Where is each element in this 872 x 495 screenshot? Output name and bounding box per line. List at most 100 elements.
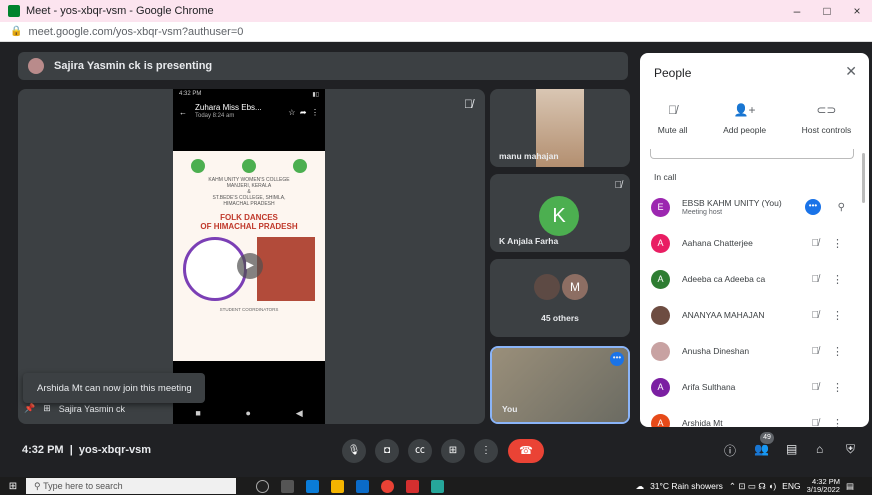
camera-button[interactable]: ◘ xyxy=(375,439,399,463)
url-text[interactable]: meet.google.com/yos-xbqr-vsm?authuser=0 xyxy=(28,26,243,38)
notifications-icon[interactable]: ▤ xyxy=(846,481,854,492)
mic-off-icon: 🎙̸ xyxy=(464,97,473,111)
participant-avatar: E xyxy=(651,197,670,217)
more-options-icon[interactable]: ••• xyxy=(805,199,821,215)
maximize-button[interactable]: □ xyxy=(812,0,842,22)
back-icon: ◀ xyxy=(295,407,303,418)
participant-row[interactable]: A Aahana Chatterjee 🎙̸ ⋮ xyxy=(640,225,869,261)
info-icon[interactable]: ⓘ xyxy=(724,442,736,459)
taskbar-search[interactable]: ⚲ Type here to search xyxy=(26,478,236,494)
participant-avatar: K xyxy=(539,196,579,236)
app-icon[interactable] xyxy=(431,479,444,493)
chat-icon[interactable]: ▤ xyxy=(786,442,797,456)
search-placeholder: Type here to search xyxy=(43,481,123,491)
taskbar-apps xyxy=(256,479,444,493)
participant-row[interactable]: A Arshida Mt 🎙̸ ⋮ xyxy=(640,405,869,427)
search-people-input[interactable] xyxy=(650,149,854,159)
battery-icon: ▮▯ xyxy=(312,92,319,98)
phone-status-bar: 4:32 PM ▮▯ xyxy=(173,89,325,99)
more-vert-icon[interactable]: ⋮ xyxy=(832,345,843,358)
host-controls-icon[interactable]: ⛨ xyxy=(846,442,855,457)
mic-off-icon[interactable]: 🎙̸ xyxy=(812,346,820,357)
clock-date: 3/19/2022 xyxy=(806,485,840,494)
cortana-icon[interactable] xyxy=(256,479,269,493)
presenting-text: Sajira Yasmin ck is presenting xyxy=(54,60,213,72)
self-view-tile[interactable]: ••• You xyxy=(490,346,630,424)
panel-actions: 🎙̸ Mute all 👤+ Add people ⊂⊃ Host contro… xyxy=(640,103,869,135)
address-bar[interactable]: 🔒 meet.google.com/yos-xbqr-vsm?authuser=… xyxy=(0,22,872,42)
logo-icon xyxy=(191,159,206,173)
separator: | xyxy=(69,444,73,456)
close-icon[interactable]: ✕ xyxy=(845,63,857,80)
tray-icons[interactable]: ⌃ ⊡ ▭ ☊ ◖) xyxy=(729,481,776,492)
more-vert-icon[interactable]: ⋮ xyxy=(832,237,843,250)
add-people-label: Add people xyxy=(723,125,767,135)
mic-off-icon[interactable]: 🎙̸ xyxy=(812,418,820,428)
mic-off-icon: 🎙̸ xyxy=(668,103,678,117)
more-options-button[interactable]: ⋮ xyxy=(474,439,498,463)
poster-dance-photo xyxy=(257,237,315,301)
participant-avatar xyxy=(534,274,560,300)
store-icon[interactable] xyxy=(356,479,369,493)
captions-button[interactable]: ㏄ xyxy=(408,439,432,463)
close-window-button[interactable]: × xyxy=(842,0,872,22)
mic-off-icon: 🎙̸ xyxy=(614,180,623,191)
microphone-button[interactable]: 🎙 xyxy=(342,439,366,463)
participant-row[interactable]: ANANYAA MAHAJAN 🎙̸ ⋮ xyxy=(640,297,869,333)
edge-icon[interactable] xyxy=(306,479,319,493)
participant-tile[interactable]: manu mahajan xyxy=(490,89,630,167)
language-indicator[interactable]: ENG xyxy=(782,481,800,491)
participant-avatar xyxy=(651,305,670,325)
chat-name: Zuhara Miss Ebs... xyxy=(195,103,262,113)
weather-text[interactable]: 31°C Rain showers xyxy=(650,481,723,491)
participant-row[interactable]: A Adeeba ca Adeeba ca 🎙̸ ⋮ xyxy=(640,261,869,297)
pin-icon[interactable]: 📌 xyxy=(24,403,35,414)
participant-name: Arifa Sulthana xyxy=(682,381,736,392)
file-explorer-icon[interactable] xyxy=(331,479,344,493)
present-button[interactable]: ⊞ xyxy=(441,439,465,463)
participant-list: E EBSB KAHM UNITY (You) Meeting host •••… xyxy=(640,189,869,427)
search-icon: ⚲ xyxy=(34,480,44,491)
windows-start-icon[interactable]: ⊞ xyxy=(0,481,26,492)
people-icon[interactable]: 👥 xyxy=(754,442,769,456)
mic-off-icon[interactable]: 🎙̸ xyxy=(812,310,820,321)
participant-row[interactable]: A Arifa Sulthana 🎙̸ ⋮ xyxy=(640,369,869,405)
participant-name: manu mahajan xyxy=(499,151,559,161)
mic-off-icon[interactable]: 🎙̸ xyxy=(812,382,820,393)
task-view-icon[interactable] xyxy=(281,479,294,493)
participant-name: EBSB KAHM UNITY (You) xyxy=(682,198,782,209)
host-controls-button[interactable]: ⊂⊃ Host controls xyxy=(802,103,852,135)
recent-apps-icon: ■ xyxy=(195,408,201,418)
logo-icon xyxy=(241,159,256,173)
more-vert-icon[interactable]: ⋮ xyxy=(832,273,843,286)
pin-icon[interactable]: ⚲ xyxy=(838,202,845,213)
chrome-icon[interactable] xyxy=(381,479,394,493)
poster-subtitle: OF HIMACHAL PRADESH xyxy=(200,222,298,231)
more-vert-icon[interactable]: ⋮ xyxy=(832,417,843,428)
participant-row[interactable]: Anusha Dineshan 🎙̸ ⋮ xyxy=(640,333,869,369)
participant-row[interactable]: E EBSB KAHM UNITY (You) Meeting host •••… xyxy=(640,189,869,225)
toggle-icon: ⊂⊃ xyxy=(816,103,837,117)
mute-all-button[interactable]: 🎙̸ Mute all xyxy=(658,103,688,135)
add-people-button[interactable]: 👤+ Add people xyxy=(723,103,766,135)
more-options-icon[interactable]: ••• xyxy=(610,352,624,366)
end-call-button[interactable]: ☎ xyxy=(508,439,544,463)
minimize-button[interactable]: – xyxy=(782,0,812,22)
play-icon: ▶ xyxy=(237,253,263,279)
meeting-controls-bar: 4:32 PM | yos-xbqr-vsm 🎙 ◘ ㏄ ⊞ ⋮ ☎ ⓘ 49 … xyxy=(0,430,872,470)
taskbar-clock[interactable]: 4:32 PM 3/19/2022 xyxy=(807,478,840,494)
more-vert-icon[interactable]: ⋮ xyxy=(832,381,843,394)
participant-tile[interactable]: 🎙̸ K K Anjala Farha xyxy=(490,174,630,252)
participant-name: Arshida Mt xyxy=(682,417,723,427)
mic-off-icon[interactable]: 🎙̸ xyxy=(812,274,820,285)
browser-titlebar: Meet - yos-xbqr-vsm - Google Chrome – □ … xyxy=(0,0,872,22)
participant-role: Meeting host xyxy=(682,208,723,216)
mic-off-icon[interactable]: 🎙̸ xyxy=(812,238,820,249)
others-tile[interactable]: M 45 others xyxy=(490,259,630,337)
more-vert-icon[interactable]: ⋮ xyxy=(832,309,843,322)
activities-icon[interactable]: ⌂ xyxy=(816,442,823,456)
star-icon: ☆ ➦ ⋮ xyxy=(288,107,319,117)
host-controls-label: Host controls xyxy=(801,125,852,135)
wps-icon[interactable] xyxy=(406,479,419,493)
presenter-name: Sajira Yasmin ck xyxy=(58,403,125,414)
